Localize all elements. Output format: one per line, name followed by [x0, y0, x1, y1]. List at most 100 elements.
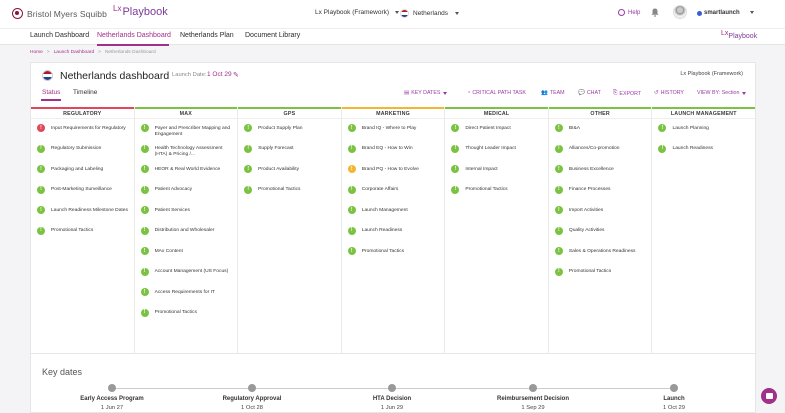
key-date-item[interactable]: Regulatory Approval 1 Oct 28	[197, 384, 307, 411]
status-item[interactable]: ! Corporate Affairs	[347, 185, 440, 208]
status-item[interactable]: ! Brand EQ - How to Win	[347, 144, 440, 167]
chat-launcher-button[interactable]	[761, 388, 777, 404]
status-item[interactable]: ! Product Availability	[244, 165, 336, 187]
netherlands-flag-icon	[400, 9, 409, 18]
status-item[interactable]: ! Import Activities	[554, 206, 647, 228]
nav-launch-dashboard[interactable]: Launch Dashboard	[30, 32, 89, 39]
breadcrumb-launch-dashboard[interactable]: Launch Dashboard	[54, 50, 95, 55]
tab-status[interactable]: Status	[42, 89, 60, 96]
history-icon: ↺	[654, 90, 659, 96]
status-item[interactable]: ! Brand PQ - How to Evolve	[347, 165, 440, 187]
status-ok-icon: !	[347, 185, 356, 194]
lx-playbook-logo[interactable]: LxPlaybook	[113, 4, 168, 18]
key-dates-label: KEY DATES	[411, 90, 441, 96]
status-item-label: Post-Marketing Surveillance	[51, 187, 112, 192]
column-header: LAUNCH MANAGEMENT	[652, 107, 756, 119]
status-item[interactable]: ! Promotional Tactics	[347, 247, 440, 269]
chat-button[interactable]: 💬 CHAT	[578, 90, 601, 96]
key-date-item[interactable]: Early Access Program 1 Jun 27	[57, 384, 167, 411]
export-button[interactable]: ⎘ EXPORT	[613, 90, 641, 97]
breadcrumb-home[interactable]: Home	[30, 50, 43, 55]
status-item-label: Business Excellence	[568, 166, 614, 172]
team-button[interactable]: 👥 TEAM	[541, 90, 565, 96]
bms-logo[interactable]: Bristol Myers Squibb	[12, 8, 107, 19]
status-item-label: Launch Readiness	[361, 228, 403, 233]
key-date-item[interactable]: Launch 1 Oct 29	[619, 384, 729, 411]
key-date-value: 1 Oct 28	[241, 405, 263, 411]
status-item[interactable]: ! Direct Patient Impact	[451, 124, 543, 146]
status-item[interactable]: ! Launch Readiness	[658, 144, 750, 167]
status-item[interactable]: ! Sales & Operations Readiness	[554, 247, 647, 269]
status-item[interactable]: ! Promotional Tactics	[451, 185, 543, 208]
status-item[interactable]: ! Thought Leader Impact	[451, 144, 543, 167]
key-date-name: Regulatory Approval	[222, 396, 282, 402]
status-item[interactable]: ! Patient Services	[140, 206, 233, 228]
status-ok-icon: !	[244, 165, 253, 173]
avatar[interactable]	[673, 5, 687, 19]
status-item[interactable]: ! Finance Processes	[554, 185, 647, 208]
view-by-select[interactable]: VIEW BY: Section	[697, 90, 747, 96]
history-button[interactable]: ↺ HISTORY	[654, 90, 684, 96]
status-ok-icon: !	[347, 144, 356, 153]
status-item[interactable]: ! Health Technology Assessment (HTA) & Pr…	[140, 144, 233, 167]
status-item[interactable]: ! HEOR & Real World Evidence	[140, 165, 233, 187]
status-item-label: Finance Processes	[568, 187, 611, 192]
key-date-item[interactable]: Reimbursement Decision 1 Sep 29	[478, 384, 588, 411]
status-item[interactable]: ! Promotional Tactics	[244, 185, 336, 208]
status-item[interactable]: ! BI&A	[554, 124, 647, 146]
breadcrumb: Home > Launch Dashboard > Netherlands Da…	[30, 50, 156, 55]
key-dates-button[interactable]: ▤ KEY DATES	[404, 90, 448, 96]
key-date-item[interactable]: HTA Decision 1 Jun 29	[337, 384, 447, 411]
status-item[interactable]: ! Launch Planning	[658, 124, 750, 146]
critical-path-task-button[interactable]: ◔ CRITICAL PATH TASK	[467, 90, 526, 96]
status-ok-icon: !	[554, 267, 563, 276]
tab-timeline[interactable]: Timeline	[73, 89, 97, 96]
country-select[interactable]: Netherlands	[400, 9, 460, 18]
lx-logo-mark: Lx	[113, 4, 122, 13]
status-item[interactable]: ! MAx Content	[140, 247, 233, 269]
status-ok-icon: !	[244, 124, 253, 132]
help-link[interactable]: Help	[618, 9, 640, 16]
status-item[interactable]: ! Payer and Prescriber Mapping and Engage…	[140, 124, 233, 146]
status-item[interactable]: ! Launch Management	[347, 206, 440, 228]
status-ok-icon: !	[451, 124, 460, 132]
status-item[interactable]: ! Internal Impact	[451, 165, 543, 187]
status-item[interactable]: ! Account Management (US Focus)	[140, 267, 233, 290]
nav-active-indicator	[97, 44, 169, 46]
status-item[interactable]: ! Promotional Tactics	[140, 308, 233, 331]
tab-active-indicator	[41, 99, 61, 101]
nav-netherlands-plan[interactable]: Netherlands Plan	[180, 32, 234, 39]
bell-icon[interactable]	[651, 8, 659, 17]
nav-document-library[interactable]: Document Library	[245, 32, 300, 39]
export-label: EXPORT	[619, 90, 642, 97]
status-ok-icon: !	[451, 165, 460, 173]
status-item[interactable]: ! Input Requirements for Regulatory	[37, 124, 129, 146]
main-nav: Launch Dashboard Netherlands Dashboard N…	[0, 28, 785, 46]
status-item[interactable]: ! Post-Marketing Surveillance	[37, 185, 129, 208]
status-item[interactable]: ! Alliances/Co-promotion	[554, 144, 647, 167]
status-item[interactable]: ! Promotional Tactics	[37, 226, 129, 249]
framework-select[interactable]: Lx Playbook (Framework)	[315, 9, 400, 16]
status-item[interactable]: ! Packaging and Labeling	[37, 165, 129, 187]
account-chevron-down-icon[interactable]	[750, 11, 754, 14]
status-ok-icon: !	[140, 288, 149, 296]
status-item[interactable]: ! Product Supply Plan	[244, 124, 336, 146]
status-item[interactable]: ! Launch Readiness	[347, 226, 440, 249]
status-item[interactable]: ! Promotional Tactics	[554, 267, 647, 290]
column-header: MEDICAL	[445, 107, 548, 119]
status-item[interactable]: ! Distribution and Wholesaler	[140, 226, 233, 249]
status-item[interactable]: ! Supply Forecast	[244, 144, 336, 167]
chat-label: CHAT	[586, 90, 601, 96]
status-item[interactable]: ! Brand IQ - Where to Play	[347, 124, 440, 146]
smartlaunch-account[interactable]: smartlaunch	[697, 10, 740, 16]
status-item[interactable]: ! Launch Readiness Milestone Dates	[37, 206, 129, 228]
status-item[interactable]: ! Quality Activities	[554, 226, 647, 249]
pencil-icon[interactable]: ✎	[233, 71, 239, 79]
critical-path-task-label: CRITICAL PATH TASK	[472, 90, 526, 96]
status-item[interactable]: ! Access Requirements for IT	[140, 288, 233, 310]
key-date-marker	[388, 384, 396, 392]
status-item[interactable]: ! Regulatory Submission	[37, 144, 129, 167]
status-item[interactable]: ! Patient Advocacy	[140, 185, 233, 208]
nav-netherlands-dashboard[interactable]: Netherlands Dashboard	[97, 32, 171, 39]
status-item[interactable]: ! Business Excellence	[554, 165, 647, 187]
